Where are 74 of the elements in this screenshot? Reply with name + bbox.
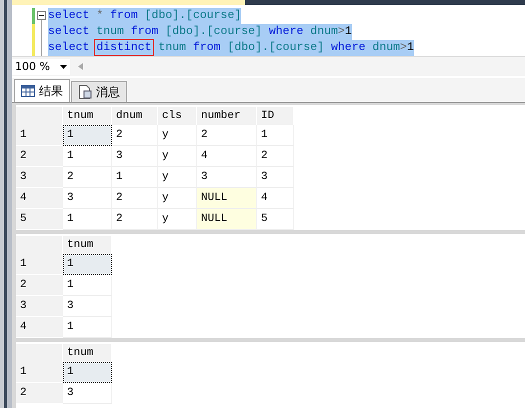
document-icon [78, 85, 92, 99]
zoom-dropdown[interactable]: 100 % [12, 58, 70, 74]
sql-identifier: tnum [96, 25, 125, 38]
table-cell: 2 [112, 188, 158, 208]
table-cell: 1 [62, 254, 112, 274]
sql-keyword: from [110, 9, 139, 22]
column-header[interactable]: dnum [112, 107, 158, 125]
column-header[interactable]: tnum [62, 344, 112, 362]
table-cell: 3 [62, 296, 112, 316]
table-cell: 1 [112, 166, 158, 188]
table-cell: 2 [112, 208, 158, 230]
result-tab[interactable]: 结果 [14, 79, 70, 102]
table-cell: 2 [112, 125, 158, 146]
table-cell: y [158, 125, 196, 146]
column-header[interactable]: ID [256, 107, 294, 125]
sql-identifier: [dbo].[course] [227, 41, 326, 54]
row-number[interactable]: 4 [16, 316, 62, 338]
table-cell: 4 [196, 146, 256, 166]
sql-keyword: select [48, 9, 90, 22]
table-cell: 2 [196, 125, 256, 146]
table-cell: 1 [62, 208, 112, 230]
result-tab[interactable]: 消息 [71, 81, 127, 102]
table-cell: 3 [112, 146, 158, 166]
row-number[interactable]: 2 [16, 146, 62, 166]
row-number[interactable]: 2 [16, 382, 62, 404]
sql-keyword: select [48, 41, 90, 54]
collapse-icon[interactable] [36, 11, 46, 20]
sql-keyword: from [192, 41, 222, 54]
table-cell: 1 [62, 316, 112, 338]
column-header[interactable]: tnum [62, 236, 112, 254]
table-cell: NULL [196, 208, 256, 230]
sql-operator: * [96, 9, 104, 22]
table-cell: 1 [62, 146, 112, 166]
row-number[interactable]: 5 [16, 208, 62, 230]
table-cell: 4 [256, 188, 294, 208]
table-cell: 2 [62, 166, 112, 188]
sql-keyword: where [268, 25, 304, 38]
table-cell: 1 [256, 125, 294, 146]
row-number[interactable]: 1 [16, 125, 62, 146]
table-cell: 2 [256, 146, 294, 166]
row-number[interactable]: 2 [16, 274, 62, 296]
table-cell: 5 [256, 208, 294, 230]
grid-icon [21, 85, 35, 97]
highlighted-keyword: distinct [96, 41, 152, 54]
sql-identifier: dnum [310, 25, 338, 38]
table-cell: NULL [196, 188, 256, 208]
sql-keyword: from [130, 25, 160, 38]
table-cell: 1 [62, 362, 112, 382]
sql-operator: > [338, 25, 345, 38]
sql-operator: > [400, 41, 407, 54]
row-number[interactable]: 1 [16, 362, 62, 382]
sql-identifier: [dbo].[course] [165, 25, 263, 38]
table-cell: y [158, 166, 196, 188]
sql-identifier: tnum [157, 41, 188, 54]
column-header[interactable]: number [196, 107, 256, 125]
table-cell: 3 [62, 188, 112, 208]
table-cell: y [158, 146, 196, 166]
sql-identifier: [dbo].[course] [144, 9, 242, 22]
sql-identifier: dnum [372, 41, 400, 54]
sql-text: 1 [406, 41, 414, 54]
row-number[interactable]: 3 [16, 296, 62, 316]
table-cell: 1 [62, 274, 112, 296]
sql-text: 1 [344, 25, 352, 38]
table-cell: 1 [62, 125, 112, 146]
row-number[interactable]: 1 [16, 254, 62, 274]
sql-keyword: where [331, 41, 367, 54]
table-cell: 3 [62, 382, 112, 404]
column-header[interactable]: cls [158, 107, 196, 125]
sql-keyword: select [48, 25, 90, 38]
column-header[interactable]: tnum [62, 107, 112, 125]
caret-icon [60, 64, 67, 68]
row-number[interactable]: 4 [16, 188, 62, 208]
table-cell: 3 [256, 166, 294, 188]
row-number[interactable]: 3 [16, 166, 62, 188]
